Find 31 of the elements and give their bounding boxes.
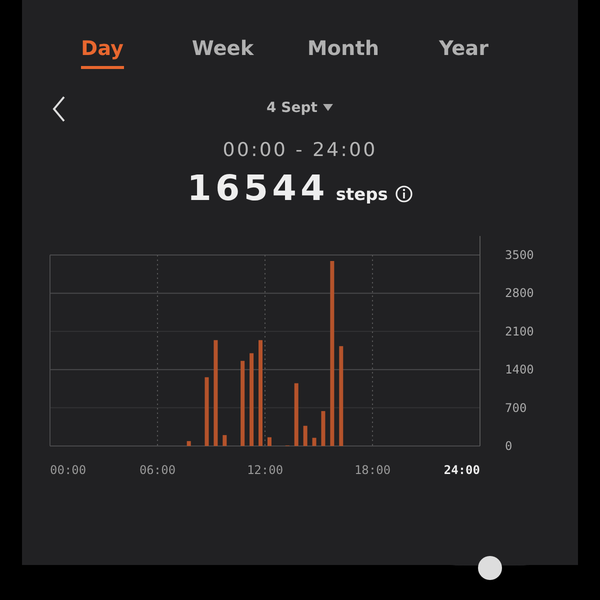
info-icon[interactable] [394,185,413,203]
axis-label: 0 [505,439,512,453]
axis-label: 00:00 [50,463,86,477]
steps-unit: steps [336,185,388,205]
step-count: 16544 [187,169,329,209]
tab[interactable]: Month [307,34,380,69]
time-range: 00:00 - 24:00 [222,139,378,161]
tab[interactable]: Week [192,34,254,69]
bar [312,438,316,446]
caret-icon [323,104,334,112]
axis-label: 2100 [505,324,534,338]
axis-label: 700 [505,400,527,415]
tab[interactable]: Day [80,34,124,69]
bar [186,441,191,446]
back-icon[interactable] [52,95,66,123]
bar [321,411,326,446]
axis-label: 06:00 [139,463,176,477]
axis-label: 2800 [505,286,534,300]
scroll-handle[interactable] [450,556,530,581]
bar [204,377,209,446]
bar [294,383,298,446]
date-dropdown[interactable]: 4 Sept [266,100,334,116]
axis-label: 3500 [505,248,534,262]
bar [267,437,272,446]
bar [303,426,308,446]
axis-label: 1400 [505,362,534,377]
axis-label: 24:00 [444,463,480,477]
tab[interactable]: Year [438,34,489,69]
bar [222,435,227,446]
axis-label: 18:00 [354,463,391,477]
axis-label: 12:00 [246,463,284,477]
